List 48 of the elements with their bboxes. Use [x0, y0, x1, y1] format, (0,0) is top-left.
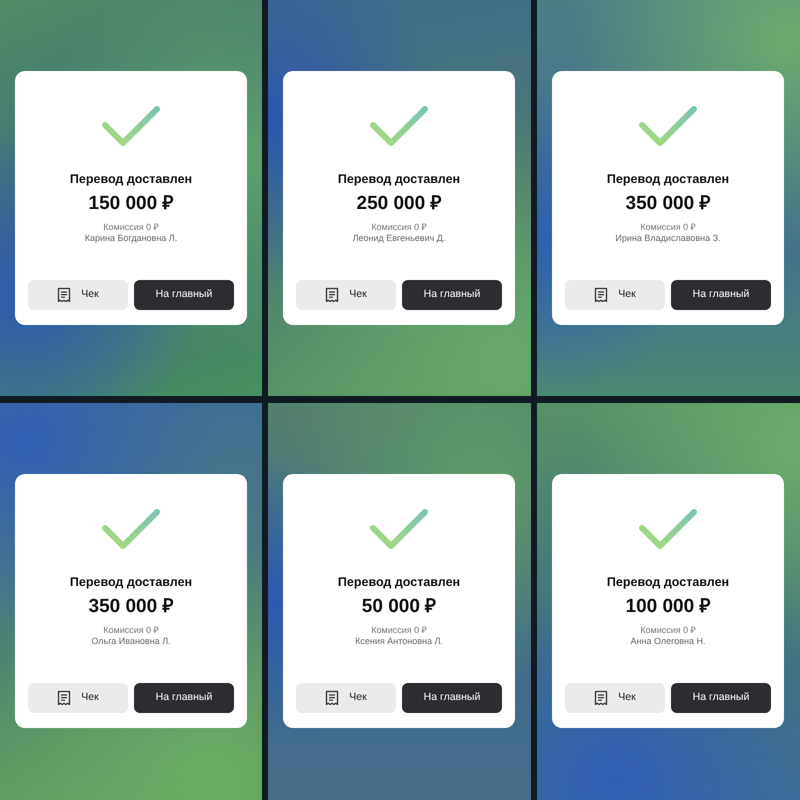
amount-text: 50 000 ₽	[362, 596, 436, 619]
status-title: Перевод доставлен	[338, 172, 460, 187]
status-title: Перевод доставлен	[338, 575, 460, 590]
status-title: Перевод доставлен	[606, 575, 730, 590]
commission-text: Комиссия 0 ₽	[371, 222, 427, 234]
recipient-name: Ирина Владиславовна З.	[615, 233, 721, 246]
checkmark-icon	[101, 105, 161, 149]
recipient-name: Леонид Евгеньевич Д.	[352, 233, 446, 246]
recipient-name: Карина Богдановна Л.	[84, 233, 178, 246]
commission-text: Комиссия 0 ₽	[371, 624, 427, 636]
commission-text: Комиссия 0 ₽	[640, 222, 696, 234]
receipt-button[interactable]: Чек	[565, 683, 665, 713]
recipient-name: Анна Олеговна Н.	[630, 636, 706, 648]
receipt-button[interactable]: Чек	[565, 280, 665, 310]
home-button[interactable]: На главный	[134, 683, 234, 713]
receipt-icon	[57, 690, 72, 706]
receipt-icon	[594, 286, 608, 304]
amount-text: 350 000 ₽	[626, 193, 710, 216]
amount-text: 150 000 ₽	[88, 193, 174, 216]
receipt-icon	[325, 286, 340, 304]
checkmark-icon	[638, 105, 698, 149]
status-title: Перевод доставлен	[70, 172, 192, 187]
checkmark-icon	[101, 508, 161, 552]
receipt-icon	[325, 690, 340, 706]
checkmark-icon	[369, 105, 429, 149]
checkmark-icon	[638, 508, 698, 552]
home-button[interactable]: На главный	[671, 280, 771, 310]
receipt-button[interactable]: Чек	[28, 280, 128, 310]
home-button[interactable]: На главный	[134, 280, 234, 310]
commission-text: Комиссия 0 ₽	[640, 624, 696, 636]
amount-text: 250 000 ₽	[356, 193, 442, 216]
commission-text: Комиссия 0 ₽	[103, 624, 159, 636]
receipt-button[interactable]: Чек	[28, 683, 128, 713]
home-button[interactable]: На главный	[402, 683, 502, 713]
status-title: Перевод доставлен	[70, 575, 192, 590]
recipient-name: Ксения Антоновна Л.	[355, 636, 443, 648]
checkmark-icon	[369, 508, 429, 552]
amount-text: 100 000 ₽	[626, 596, 710, 619]
amount-text: 350 000 ₽	[88, 596, 174, 619]
receipt-icon	[594, 690, 608, 706]
receipt-button[interactable]: Чек	[296, 683, 396, 713]
receipt-button[interactable]: Чек	[296, 280, 396, 310]
recipient-name: Ольга Ивановна Л.	[91, 636, 171, 648]
receipt-icon	[57, 286, 72, 304]
status-title: Перевод доставлен	[606, 172, 730, 187]
commission-text: Комиссия 0 ₽	[103, 222, 159, 234]
home-button[interactable]: На главный	[402, 280, 502, 310]
home-button[interactable]: На главный	[671, 683, 771, 713]
